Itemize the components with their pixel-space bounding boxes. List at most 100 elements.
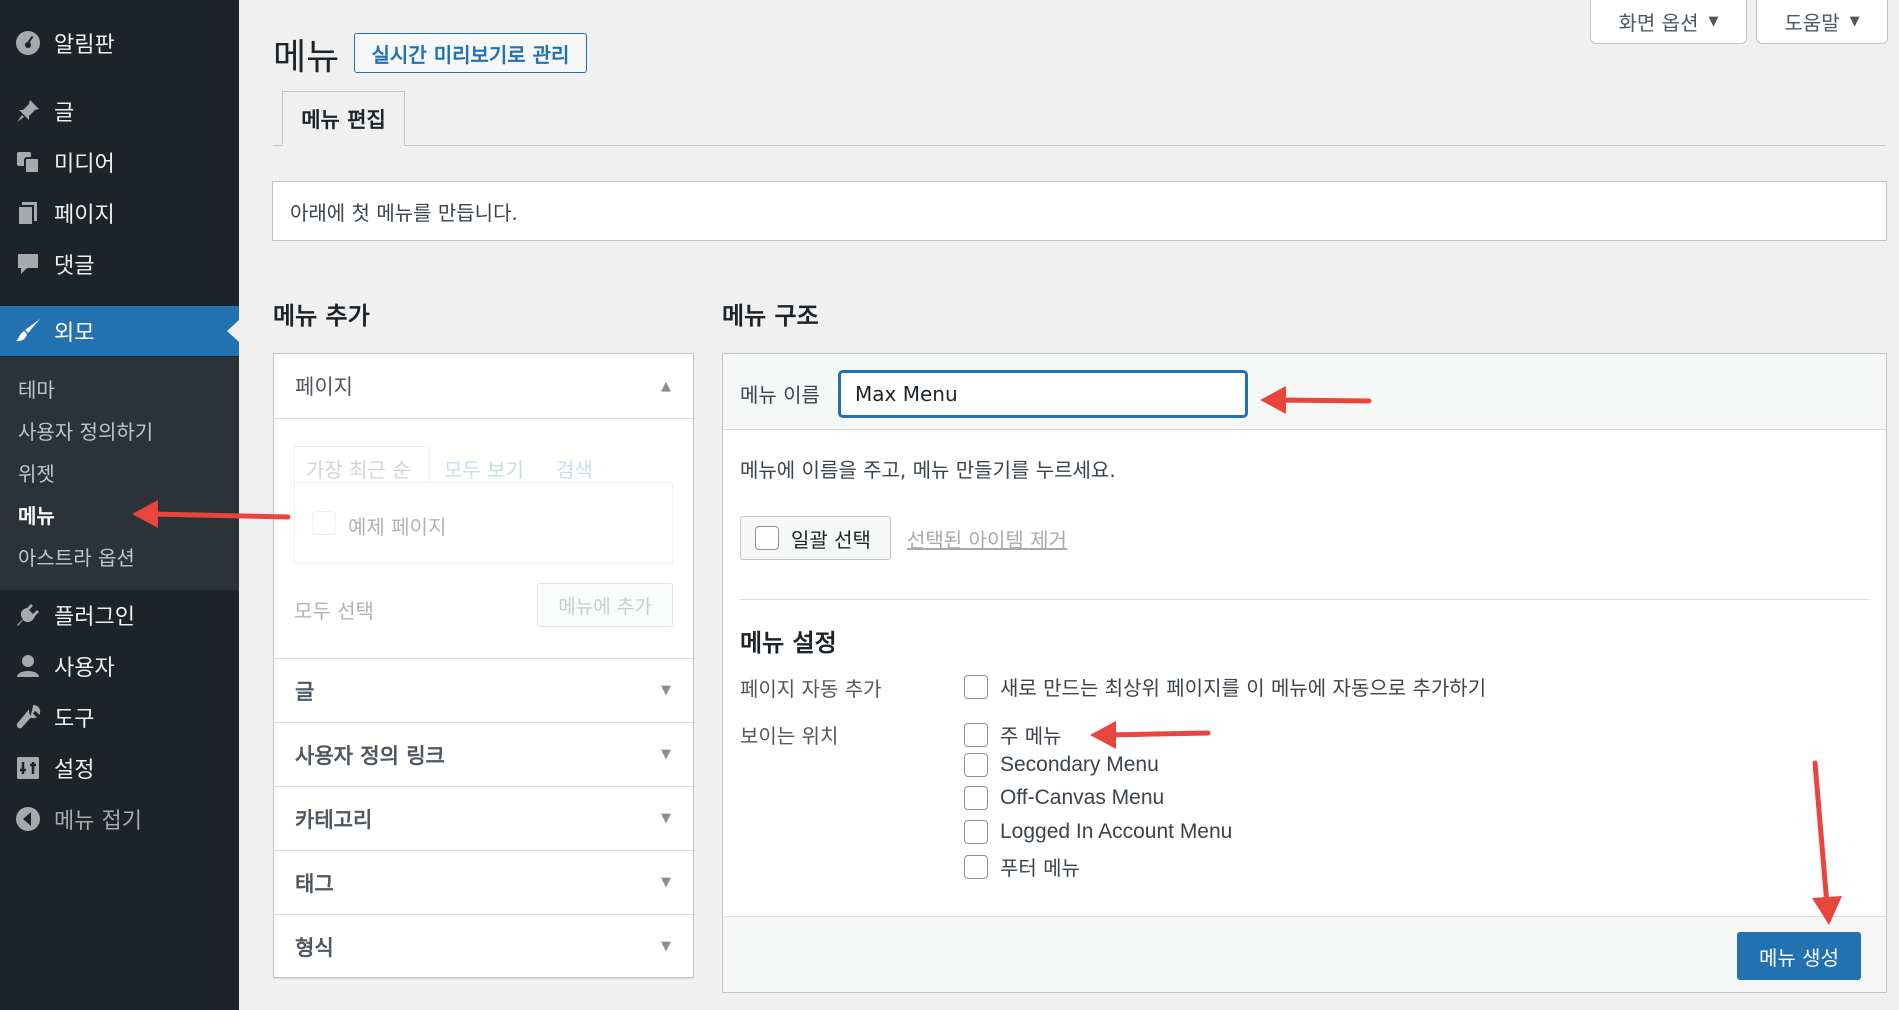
- sidebar-item-label: 댓글: [54, 254, 95, 279]
- help-button[interactable]: 도움말 ▼: [1756, 0, 1888, 44]
- page-title: 메뉴: [273, 37, 340, 78]
- pin-icon: [14, 97, 42, 125]
- tab-view-all[interactable]: 모두 보기: [444, 454, 524, 483]
- sidebar-item-label: 페이지: [54, 203, 115, 228]
- select-all-label[interactable]: 모두 선택: [294, 595, 374, 624]
- location-option-footer[interactable]: 푸터 메뉴: [964, 852, 1080, 881]
- submenu-item-astra-options[interactable]: 아스트라 옵션: [18, 542, 135, 571]
- location-checkbox[interactable]: [964, 753, 988, 777]
- sidebar-item-label: 알림판: [54, 33, 115, 58]
- caret-down-icon: ▼: [661, 875, 671, 890]
- remove-selected-link[interactable]: 선택된 아이템 제거: [907, 524, 1067, 553]
- caret-down-icon: ▼: [1849, 14, 1860, 29]
- settings-icon: [14, 754, 42, 782]
- location-option-primary[interactable]: 주 메뉴: [964, 720, 1062, 749]
- accordion-section-title: 카테고리: [295, 807, 373, 832]
- screen-options-label: 화면 옵션: [1618, 11, 1699, 35]
- sidebar-item-pages[interactable]: 페이지: [0, 188, 239, 238]
- bulk-select-toggle[interactable]: 일괄 선택: [740, 516, 891, 560]
- sidebar-item-label: 플러그인: [54, 605, 135, 630]
- sidebar-item-label: 미디어: [54, 152, 115, 177]
- dashboard-icon: [14, 29, 42, 57]
- location-label: 푸터 메뉴: [1000, 856, 1080, 880]
- menu-name-input[interactable]: [839, 371, 1247, 417]
- caret-down-icon: ▼: [661, 683, 671, 698]
- accordion-section-title: 글: [295, 679, 315, 704]
- accordion-section-formats[interactable]: 형식 ▼: [274, 915, 693, 979]
- bulk-select-checkbox[interactable]: [755, 526, 779, 550]
- comment-icon: [14, 250, 42, 278]
- help-label: 도움말: [1784, 11, 1840, 35]
- tab-most-recent[interactable]: 가장 최근 순: [306, 454, 411, 483]
- pages-icon: [14, 199, 42, 227]
- sidebar-item-appearance[interactable]: 외모: [0, 306, 239, 356]
- caret-down-icon: ▼: [1708, 14, 1719, 29]
- collapse-menu-button[interactable]: 메뉴 접기: [0, 794, 239, 844]
- location-option-off-canvas[interactable]: Off-Canvas Menu: [964, 786, 1164, 810]
- live-preview-button[interactable]: 실시간 미리보기로 관리: [354, 33, 587, 73]
- accordion-section-categories[interactable]: 카테고리 ▼: [274, 787, 693, 851]
- sidebar-item-users[interactable]: 사용자: [0, 641, 239, 691]
- sidebar-item-label: 설정: [54, 758, 95, 783]
- location-checkbox[interactable]: [964, 820, 988, 844]
- sidebar-item-label: 메뉴 접기: [54, 809, 142, 834]
- sidebar-item-dashboard[interactable]: 알림판: [0, 18, 239, 68]
- appearance-submenu: 테마 사용자 정의하기 위젯 메뉴 아스트라 옵션: [0, 357, 239, 590]
- pages-panel-content: 가장 최근 순 모두 보기 검색 예제 페이지 모두 선택 메뉴에 추가: [274, 418, 693, 658]
- submenu-item-customize[interactable]: 사용자 정의하기: [18, 416, 153, 445]
- example-page-checkbox[interactable]: [312, 511, 336, 535]
- tab-search[interactable]: 검색: [556, 454, 593, 483]
- menu-instructions: 메뉴에 이름을 주고, 메뉴 만들기를 누르세요.: [740, 458, 1116, 482]
- accordion-section-title: 페이지: [295, 375, 353, 399]
- plugin-icon: [14, 601, 42, 629]
- menu-structure-heading: 메뉴 구조: [722, 302, 819, 330]
- submenu-item-themes[interactable]: 테마: [18, 374, 55, 403]
- add-menu-items-heading: 메뉴 추가: [273, 302, 370, 330]
- notice-text: 아래에 첫 메뉴를 만듭니다.: [290, 200, 518, 225]
- location-option-secondary[interactable]: Secondary Menu: [964, 753, 1159, 777]
- accordion-section-title: 사용자 정의 링크: [295, 743, 445, 768]
- sidebar-item-media[interactable]: 미디어: [0, 137, 239, 187]
- sidebar-item-label: 외모: [54, 321, 95, 346]
- user-icon: [14, 652, 42, 680]
- divider: [740, 599, 1869, 600]
- add-to-menu-button[interactable]: 메뉴에 추가: [537, 583, 673, 627]
- sidebar-item-settings[interactable]: 설정: [0, 743, 239, 793]
- accordion-section-custom-links[interactable]: 사용자 정의 링크 ▼: [274, 723, 693, 787]
- menu-name-label: 메뉴 이름: [740, 383, 820, 407]
- submenu-item-menus[interactable]: 메뉴: [18, 500, 55, 529]
- tabs-divider: [273, 145, 1885, 146]
- sidebar-item-label: 글: [54, 101, 75, 126]
- accordion-section-tags[interactable]: 태그 ▼: [274, 851, 693, 915]
- wrench-icon: [14, 703, 42, 731]
- media-icon: [14, 148, 42, 176]
- location-label: Secondary Menu: [1000, 753, 1159, 776]
- location-checkbox[interactable]: [964, 786, 988, 810]
- location-label: Logged In Account Menu: [1000, 820, 1233, 843]
- submenu-item-widgets[interactable]: 위젯: [18, 458, 55, 487]
- location-checkbox[interactable]: [964, 722, 988, 747]
- accordion-section-posts[interactable]: 글 ▼: [274, 659, 693, 723]
- sidebar-item-plugins[interactable]: 플러그인: [0, 590, 239, 640]
- menu-panel-footer: 메뉴 생성: [723, 916, 1886, 992]
- location-label: Off-Canvas Menu: [1000, 786, 1165, 809]
- accordion-section-title: 태그: [295, 871, 334, 896]
- notice-box: 아래에 첫 메뉴를 만듭니다.: [272, 181, 1887, 241]
- sidebar-item-comments[interactable]: 댓글: [0, 239, 239, 289]
- add-menu-items-accordion: 페이지 ▲ 가장 최근 순 모두 보기 검색 예제 페이지 모두 선택 메뉴에 …: [273, 353, 694, 979]
- auto-add-pages-checkbox[interactable]: [964, 674, 988, 699]
- auto-add-pages-option[interactable]: 새로 만드는 최상위 페이지를 이 메뉴에 자동으로 추가하기: [964, 672, 1486, 701]
- display-location-label: 보이는 위치: [740, 724, 839, 748]
- location-option-logged-in[interactable]: Logged In Account Menu: [964, 820, 1232, 844]
- location-checkbox[interactable]: [964, 854, 988, 879]
- create-menu-button[interactable]: 메뉴 생성: [1737, 932, 1861, 980]
- screen-options-button[interactable]: 화면 옵션 ▼: [1590, 0, 1747, 44]
- sidebar-item-label: 도구: [54, 707, 95, 732]
- menu-name-header: 메뉴 이름: [723, 354, 1886, 430]
- sidebar-item-posts[interactable]: 글: [0, 86, 239, 136]
- sidebar-item-label: 사용자: [54, 656, 115, 681]
- caret-down-icon: ▼: [661, 939, 671, 954]
- accordion-section-pages[interactable]: 페이지 ▲: [274, 354, 693, 418]
- tab-edit-menus[interactable]: 메뉴 편집: [282, 91, 405, 146]
- sidebar-item-tools[interactable]: 도구: [0, 692, 239, 742]
